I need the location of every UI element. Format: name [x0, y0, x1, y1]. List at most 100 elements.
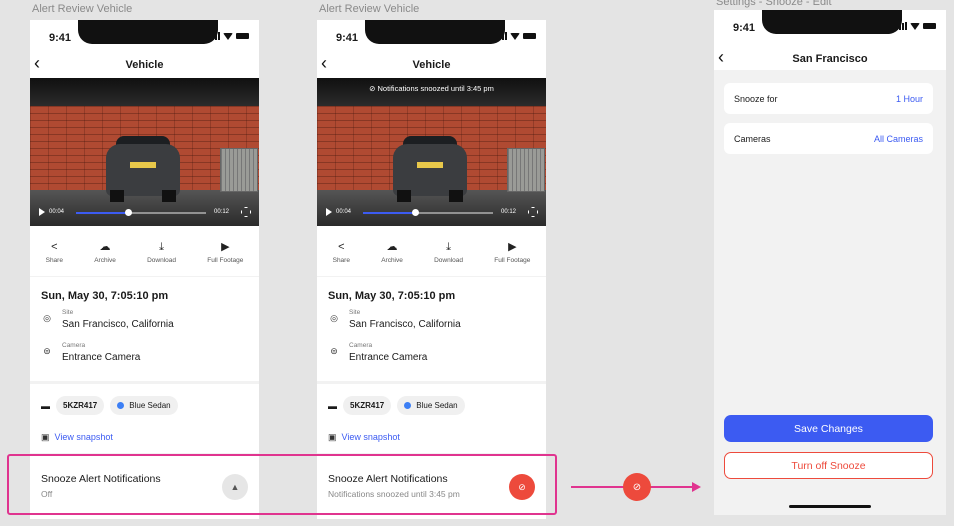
- share-button[interactable]: < Share: [45, 242, 63, 265]
- video-frame-tyre: [162, 190, 176, 202]
- download-icon: ⤓: [159, 241, 164, 253]
- battery-icon: [236, 33, 249, 39]
- video-scrubber-knob[interactable]: [412, 209, 419, 216]
- site-row: ◎ Site San Francisco, California: [41, 309, 174, 330]
- vehicle-chip-row: ▬ 5KZR417 Blue Sedan: [328, 396, 465, 415]
- event-datetime: Sun, May 30, 7:05:10 pm: [41, 290, 169, 302]
- site-value: San Francisco, California: [349, 319, 461, 330]
- cameras-row[interactable]: Cameras All Cameras: [724, 123, 933, 154]
- share-label: Share: [45, 257, 63, 264]
- nav-header: 9:41 ‹ Vehicle: [30, 20, 259, 78]
- wifi-icon: [910, 22, 920, 30]
- plate-chip: 5KZR417: [343, 396, 392, 415]
- archive-label: Archive: [94, 257, 116, 264]
- site-value: San Francisco, California: [62, 319, 174, 330]
- vehicle-card: ▬ 5KZR417 Blue Sedan ▣ View snapshot: [317, 384, 546, 453]
- download-button[interactable]: ⤓ Download: [147, 241, 176, 265]
- signal-icon: [896, 22, 907, 30]
- video-frame-tyre: [449, 190, 463, 202]
- battery-icon: [923, 23, 936, 29]
- cameras-label: Cameras: [734, 133, 771, 144]
- frame-label-3: Settings - Snooze - Edit: [716, 0, 832, 8]
- action-bar: < Share ☁ Archive ⤓ Download ▶ Full Footage: [30, 226, 259, 276]
- video-progress-fill: [76, 212, 128, 214]
- video-duration: 00:12: [214, 209, 230, 215]
- archive-button[interactable]: ☁ Archive: [381, 242, 403, 265]
- signal-icon: [209, 32, 220, 40]
- color-dot: [404, 402, 412, 409]
- status-time: 9:41: [49, 32, 72, 44]
- vehicle-desc-chip: Blue Sedan: [397, 396, 465, 415]
- share-button[interactable]: < Share: [332, 242, 350, 265]
- fullscreen-icon[interactable]: [241, 207, 251, 217]
- phone-frame-alert-review-snoozed: 9:41 ‹ Vehicle ⊘ Notifications snoozed u…: [317, 20, 546, 519]
- video-progress-fill: [363, 212, 415, 214]
- full-footage-button[interactable]: ▶ Full Footage: [494, 241, 531, 265]
- status-icons: [209, 32, 249, 40]
- video-scrubber[interactable]: [363, 209, 493, 216]
- status-icons: [496, 32, 536, 40]
- cameras-value: All Cameras: [873, 133, 923, 144]
- phone-frame-alert-review: 9:41 ‹ Vehicle 00:04 00:12 < Share ☁ Arc…: [30, 20, 259, 519]
- image-icon: ▣: [41, 432, 50, 442]
- plate-number: 5KZR417: [350, 401, 385, 410]
- event-details-card: Sun, May 30, 7:05:10 pm ◎ Site San Franci…: [317, 277, 546, 381]
- snooze-for-row[interactable]: Snooze for 1 Hour: [724, 83, 933, 114]
- video-current-time: 00:04: [49, 209, 65, 215]
- camera-row: ⊜ Camera Entrance Camera: [41, 342, 140, 363]
- site-label: Site: [349, 309, 361, 316]
- snoozed-toast: ⊘ Notifications snoozed until 3:45 pm: [317, 84, 546, 93]
- video-frame-license-plate: [130, 162, 156, 168]
- save-changes-button[interactable]: Save Changes: [724, 415, 933, 442]
- site-row: ◎ Site San Francisco, California: [328, 309, 461, 330]
- page-title: Vehicle: [125, 59, 164, 71]
- event-datetime: Sun, May 30, 7:05:10 pm: [328, 290, 456, 302]
- camera-icon: ⊜: [330, 346, 338, 356]
- car-icon: ▬: [328, 400, 337, 411]
- video-frame-ac-unit: [220, 148, 258, 192]
- video-scrubber-knob[interactable]: [125, 209, 132, 216]
- archive-button[interactable]: ☁ Archive: [94, 242, 116, 265]
- download-button[interactable]: ⤓ Download: [434, 242, 463, 265]
- video-camera-icon: ▶: [508, 241, 517, 253]
- turn-off-snooze-button[interactable]: Turn off Snooze: [724, 452, 933, 479]
- video-frame-license-plate: [417, 162, 443, 168]
- vehicle-chip-row: ▬ 5KZR417 Blue Sedan: [41, 396, 178, 415]
- snapshot-label: View snapshot: [54, 432, 113, 442]
- device-notch: [365, 20, 505, 44]
- video-controls: 00:04 00:12: [317, 206, 546, 220]
- share-label: Share: [332, 257, 350, 264]
- wifi-icon: [510, 32, 520, 40]
- view-snapshot-link[interactable]: ▣ View snapshot: [41, 432, 113, 443]
- snapshot-label: View snapshot: [341, 432, 400, 442]
- camera-icon: ⊜: [43, 346, 51, 356]
- full-footage-label: Full Footage: [494, 257, 531, 264]
- status-icons: [896, 22, 936, 30]
- action-bar: < Share ☁ Archive ⤓ Download ▶ Full Footage: [317, 226, 546, 276]
- video-player[interactable]: ⊘ Notifications snoozed until 3:45 pm 00…: [317, 78, 546, 226]
- archive-label: Archive: [381, 257, 403, 264]
- plate-number: 5KZR417: [63, 401, 98, 410]
- video-player[interactable]: 00:04 00:12: [30, 78, 259, 226]
- bell-off-icon: ⊘: [369, 84, 378, 93]
- video-frame-ceiling: [30, 78, 259, 106]
- video-scrubber[interactable]: [76, 209, 206, 216]
- full-footage-button[interactable]: ▶ Full Footage: [207, 242, 243, 265]
- snooze-for-label: Snooze for: [734, 93, 778, 104]
- device-notch: [78, 20, 218, 44]
- plate-chip: 5KZR417: [56, 396, 105, 415]
- battery-icon: [523, 33, 536, 39]
- play-icon[interactable]: [326, 208, 332, 216]
- camera-value: Entrance Camera: [62, 352, 141, 363]
- video-frame-car: [106, 144, 180, 196]
- fullscreen-icon[interactable]: [528, 207, 538, 217]
- camera-row: ⊜ Camera Entrance Camera: [328, 342, 427, 363]
- play-icon[interactable]: [39, 208, 45, 216]
- vehicle-desc: Blue Sedan: [129, 401, 171, 410]
- event-details-card: Sun, May 30, 7:05:10 pm ◎ Site San Franci…: [30, 277, 259, 381]
- video-frame-ac-unit: [507, 148, 545, 192]
- video-controls: 00:04 00:12: [30, 206, 259, 220]
- camera-value: Entrance Camera: [349, 352, 428, 363]
- view-snapshot-link[interactable]: ▣ View snapshot: [328, 432, 400, 443]
- device-notch: [762, 10, 902, 34]
